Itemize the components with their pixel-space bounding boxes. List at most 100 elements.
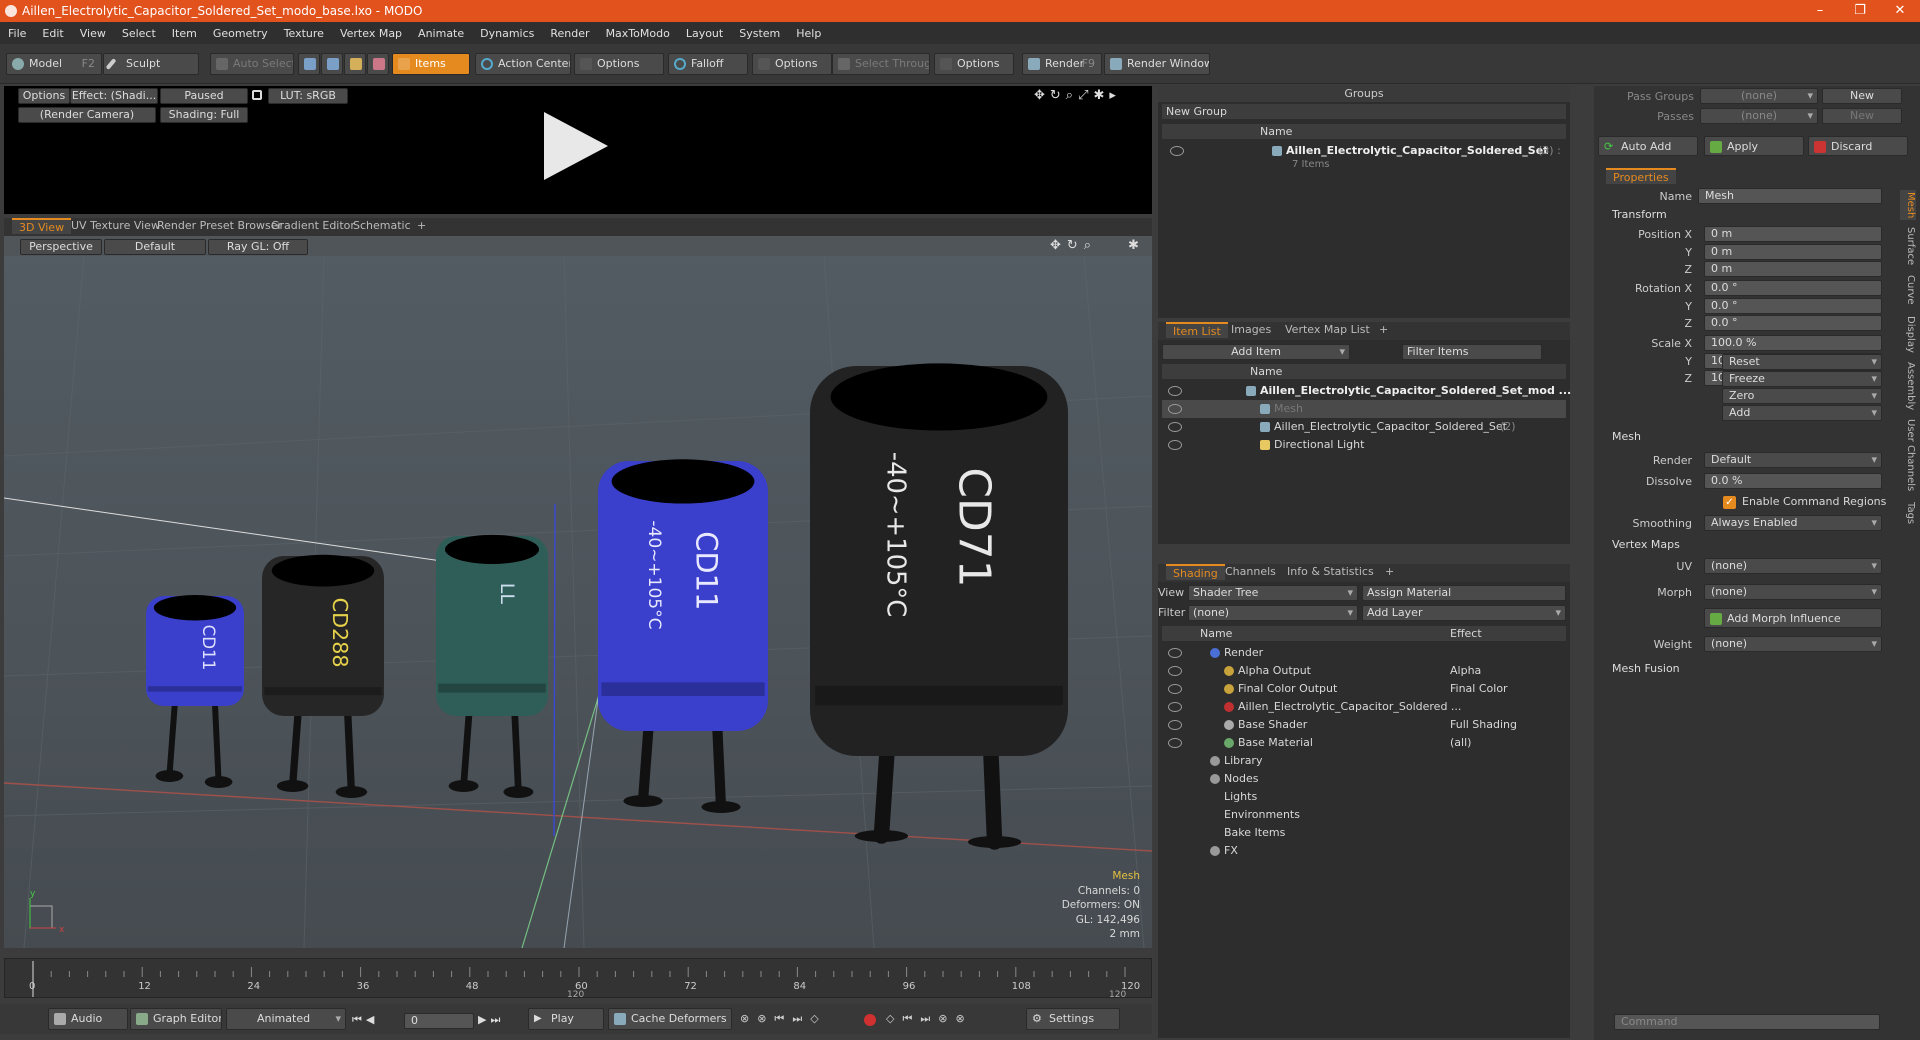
shader-tree-row[interactable]: Base Material (all) <box>1162 734 1566 752</box>
maximize-button[interactable]: ❐ <box>1840 0 1880 22</box>
menu-view[interactable]: View <box>72 27 114 40</box>
select-mode-material[interactable] <box>367 53 389 75</box>
new-pass-button[interactable]: New <box>1822 108 1902 124</box>
shading-tab-0[interactable]: Shading <box>1166 564 1225 580</box>
viewport-nav-icons[interactable]: ✥↻⌕ <box>1050 238 1097 253</box>
render-window-button[interactable]: Render Window <box>1104 53 1210 75</box>
perspective-dropdown[interactable]: Perspective <box>20 239 102 255</box>
view-dropdown[interactable]: Shader Tree <box>1188 585 1358 601</box>
viewport-tab-0[interactable]: 3D View <box>12 218 72 234</box>
item-list-row[interactable]: Aillen_Electrolytic_Capacitor_Soldered_S… <box>1162 418 1566 436</box>
shader-tree-row[interactable]: Environments <box>1162 806 1566 824</box>
preview-effect-dropdown[interactable]: Effect: (Shadi... <box>70 88 158 104</box>
vertical-tab-display[interactable]: Display <box>1900 314 1916 354</box>
transport-icons-left[interactable]: ⏮◀ <box>352 1013 378 1027</box>
shader-tree-row[interactable]: Alpha Output Alpha <box>1162 662 1566 680</box>
lock-icon[interactable] <box>252 90 262 100</box>
menu-file[interactable]: File <box>0 27 34 40</box>
visibility-icon[interactable] <box>1170 146 1184 156</box>
timeline[interactable]: 0 12 24 36 48 60 72 84 96 108 120 120 120 <box>4 958 1152 999</box>
menu-render[interactable]: Render <box>542 27 597 40</box>
item-list-tab-0[interactable]: Item List <box>1166 322 1228 338</box>
render-button[interactable]: Render F9 <box>1022 53 1102 75</box>
menu-maxtomodo[interactable]: MaxToModo <box>598 27 678 40</box>
preview-paused-button[interactable]: Paused <box>160 88 248 104</box>
shading-tab-3[interactable]: + <box>1378 564 1401 580</box>
vertical-tab-tags[interactable]: Tags <box>1900 498 1916 528</box>
record-keys-icons[interactable]: ⊗⊗⏮⏭◇ ◇⏮⏭⊗⊗ <box>740 1012 1020 1028</box>
weight-dropdown[interactable]: (none) <box>1704 636 1882 652</box>
menu-item[interactable]: Item <box>164 27 205 40</box>
visibility-icon[interactable] <box>1168 666 1182 676</box>
uv-dropdown[interactable]: (none) <box>1704 558 1882 574</box>
layer-effect[interactable]: Full Shading <box>1450 716 1517 734</box>
visibility-icon[interactable] <box>1168 422 1182 432</box>
action-center-button[interactable]: Action Center <box>475 53 571 75</box>
vertex-maps-section[interactable]: Vertex Maps <box>1598 536 1888 554</box>
menu-help[interactable]: Help <box>788 27 829 40</box>
menu-edit[interactable]: Edit <box>34 27 71 40</box>
raygl-dropdown[interactable]: Ray GL: Off <box>208 239 308 255</box>
render-camera-dropdown[interactable]: (Render Camera) <box>18 107 156 123</box>
visibility-icon[interactable] <box>1168 648 1182 658</box>
pass-groups-dropdown[interactable]: (none) <box>1700 88 1818 104</box>
shading-dropdown[interactable]: Shading: Full <box>160 107 248 123</box>
pos-field-2[interactable]: 0 m <box>1704 261 1882 277</box>
filter-dropdown[interactable]: (none) <box>1188 605 1358 621</box>
menu-geometry[interactable]: Geometry <box>205 27 276 40</box>
vertical-tab-assembly[interactable]: Assembly <box>1900 360 1916 412</box>
apply-button[interactable]: Apply <box>1704 136 1804 156</box>
pos-field-1[interactable]: 0 m <box>1704 243 1882 260</box>
minimize-button[interactable]: – <box>1800 0 1840 22</box>
record-icon[interactable] <box>864 1014 876 1026</box>
add-dropdown[interactable]: Add <box>1722 405 1882 421</box>
render-dropdown[interactable]: Default <box>1704 452 1882 468</box>
select-mode-vertex[interactable] <box>298 53 320 75</box>
close-button[interactable]: ✕ <box>1880 0 1920 22</box>
add-layer-dropdown[interactable]: Add Layer <box>1362 605 1566 621</box>
select-mode-edge[interactable] <box>321 53 343 75</box>
visibility-icon[interactable] <box>1168 738 1182 748</box>
shader-tree-row[interactable]: Base Shader Full Shading <box>1162 716 1566 734</box>
layer-effect[interactable]: (all) <box>1450 734 1471 752</box>
visibility-icon[interactable] <box>1168 404 1182 414</box>
visibility-icon[interactable] <box>1168 440 1182 450</box>
cache-deformers-button[interactable]: Cache Deformers <box>608 1008 732 1030</box>
shader-tree-row[interactable]: Bake Items <box>1162 824 1566 842</box>
menu-animate[interactable]: Animate <box>410 27 472 40</box>
visibility-icon[interactable] <box>1168 684 1182 694</box>
viewport-tab-5[interactable]: + <box>410 218 433 234</box>
visibility-icon[interactable] <box>1168 386 1182 396</box>
shader-tree-row[interactable]: Aillen_Electrolytic_Capacitor_Soldered .… <box>1162 698 1566 716</box>
group-row[interactable]: Aillen_Electrolytic_Capacitor_Soldered_S… <box>1162 142 1566 160</box>
play-button[interactable]: ▶ Play <box>528 1008 604 1030</box>
3d-viewport[interactable]: Perspective Default Ray GL: Off ✥↻⌕ ✱ CD… <box>4 236 1152 948</box>
auto-select-button[interactable]: Auto Select <box>210 53 294 75</box>
settings-button[interactable]: ⚙ Settings <box>1026 1008 1120 1030</box>
graph-editor-button[interactable]: Graph Editor <box>130 1008 222 1030</box>
preview-options-button[interactable]: Options <box>18 88 70 104</box>
shader-tree-row[interactable]: FX <box>1162 842 1566 860</box>
select-through-button[interactable]: Select Through <box>832 53 930 75</box>
rot-field-1[interactable]: 0.0 ° <box>1704 297 1882 314</box>
falloff-button[interactable]: Falloff <box>668 53 748 75</box>
transport-icons-right[interactable]: ▶⏭ <box>478 1013 504 1027</box>
reset-dropdown[interactable]: Reset <box>1722 354 1882 370</box>
menu-dynamics[interactable]: Dynamics <box>472 27 542 40</box>
freeze-dropdown[interactable]: Freeze <box>1722 371 1882 387</box>
shader-tree-row[interactable]: Lights <box>1162 788 1566 806</box>
item-list-tab-1[interactable]: Images <box>1224 322 1278 338</box>
preview-view-icons[interactable]: ✥↻⌕⤢✱▸ <box>1034 88 1121 103</box>
shading-tab-1[interactable]: Channels <box>1218 564 1283 580</box>
command-input[interactable]: Command <box>1614 1014 1880 1030</box>
menu-system[interactable]: System <box>731 27 788 40</box>
menu-vertex-map[interactable]: Vertex Map <box>332 27 410 40</box>
item-list-row[interactable]: Mesh <box>1162 400 1566 418</box>
key-icons-2[interactable]: ◇⏮⏭⊗⊗ <box>886 1012 973 1026</box>
options-button-1[interactable]: Options <box>574 53 664 75</box>
auto-add-button[interactable]: ⟳ Auto Add <box>1598 136 1698 156</box>
mesh-fusion-section[interactable]: Mesh Fusion <box>1598 660 1888 678</box>
key-icons[interactable]: ⊗⊗⏮⏭◇ <box>740 1012 827 1026</box>
shader-tree-row[interactable]: Nodes <box>1162 770 1566 788</box>
play-preview-icon[interactable] <box>544 112 608 180</box>
